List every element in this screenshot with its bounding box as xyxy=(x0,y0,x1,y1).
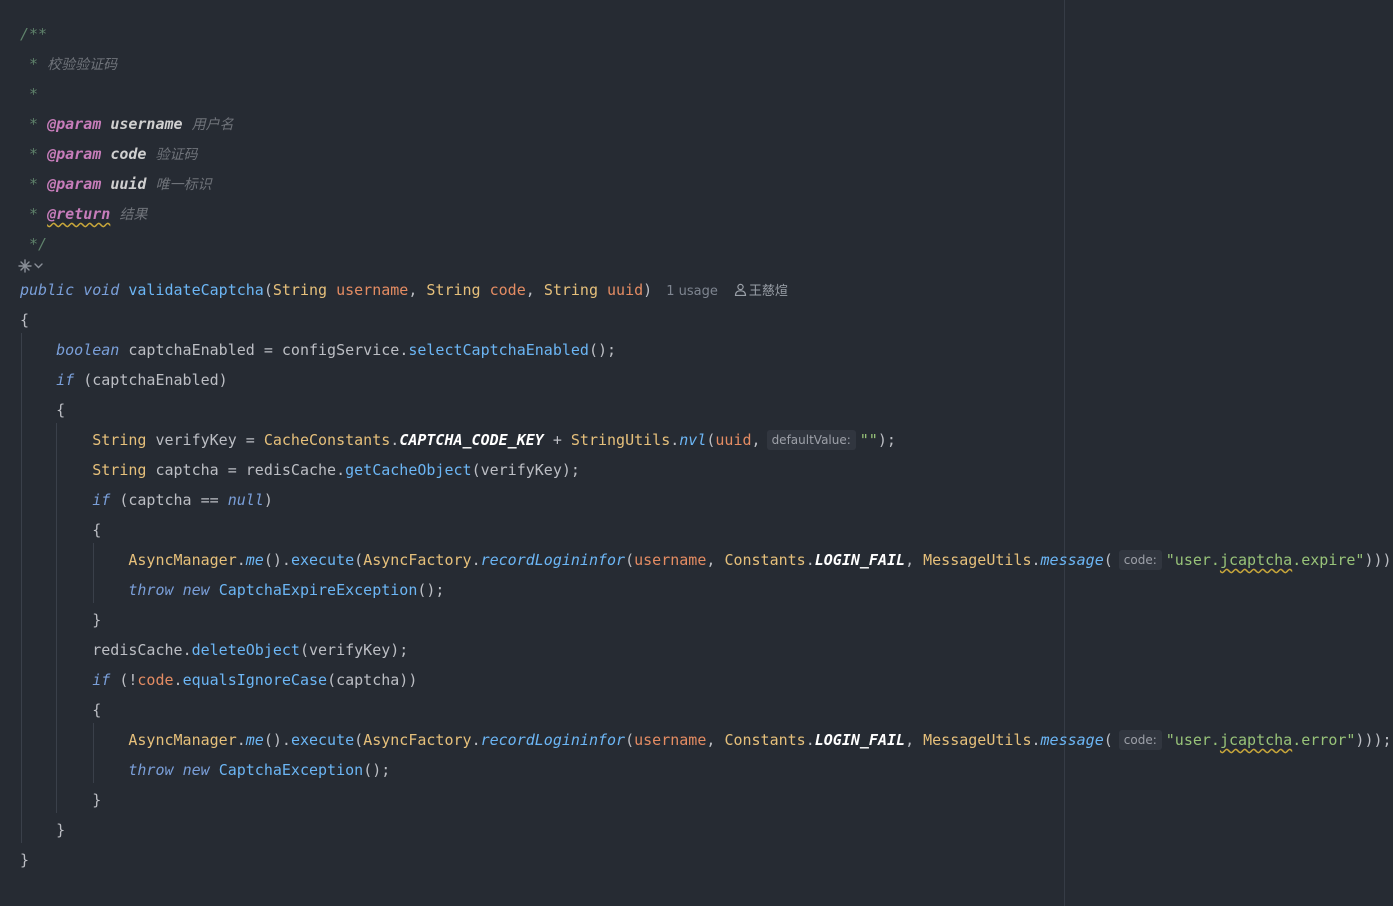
code-line: { xyxy=(56,401,66,419)
code-line: } xyxy=(92,791,102,809)
javadoc-blank: * xyxy=(20,85,39,103)
person-icon xyxy=(734,283,746,296)
code-line: throw new CaptchaException(); xyxy=(128,761,391,779)
parameter-hint: code: xyxy=(1118,730,1162,750)
method-signature[interactable]: public void validateCaptcha(String usern… xyxy=(20,275,788,305)
usages-link[interactable]: 1 usage xyxy=(666,284,718,299)
code-line: } xyxy=(20,851,30,869)
author-inlay[interactable]: 王慈煊 xyxy=(734,283,788,299)
code-line: { xyxy=(92,701,102,719)
code-line: } xyxy=(92,611,102,629)
parameter-hint: defaultValue: xyxy=(766,430,856,450)
code-line: if (captcha == null) xyxy=(92,491,273,509)
code-line: } xyxy=(56,821,66,839)
right-margin-guide xyxy=(1064,0,1065,906)
ai-sparkle-icon[interactable] xyxy=(18,257,46,275)
code-line: { xyxy=(20,311,30,329)
javadoc-param-username: * @param username 用户名 xyxy=(20,115,234,133)
javadoc-param-uuid: * @param uuid 唯一标识 xyxy=(20,175,212,193)
javadoc-param-code: * @param code 验证码 xyxy=(20,145,198,163)
code-line: throw new CaptchaExpireException(); xyxy=(128,581,445,599)
author-name: 王慈煊 xyxy=(748,284,788,299)
javadoc-summary: * 校验验证码 xyxy=(20,55,118,73)
javadoc-open: /** xyxy=(20,25,48,43)
code-editor[interactable]: /** * 校验验证码 * * @param username 用户名 * @p… xyxy=(0,0,1393,906)
javadoc-close: */ xyxy=(20,235,48,253)
code-line: { xyxy=(92,521,102,539)
method-name: validateCaptcha xyxy=(128,281,264,299)
code-line: if (!code.equalsIgnoreCase(captcha)) xyxy=(92,671,418,689)
code-line: AsyncManager.me().execute(AsyncFactory.r… xyxy=(128,550,1393,570)
code-line: String verifyKey = CacheConstants.CAPTCH… xyxy=(92,430,896,450)
parameter-hint: code: xyxy=(1118,550,1162,570)
code-line: if (captchaEnabled) xyxy=(56,371,228,389)
code-line: String captcha = redisCache.getCacheObje… xyxy=(92,461,580,479)
code-line: boolean captchaEnabled = configService.s… xyxy=(56,341,617,359)
javadoc-return: * @return 结果 xyxy=(20,205,148,223)
code-line: AsyncManager.me().execute(AsyncFactory.r… xyxy=(128,730,1392,750)
code-line: redisCache.deleteObject(verifyKey); xyxy=(92,641,409,659)
